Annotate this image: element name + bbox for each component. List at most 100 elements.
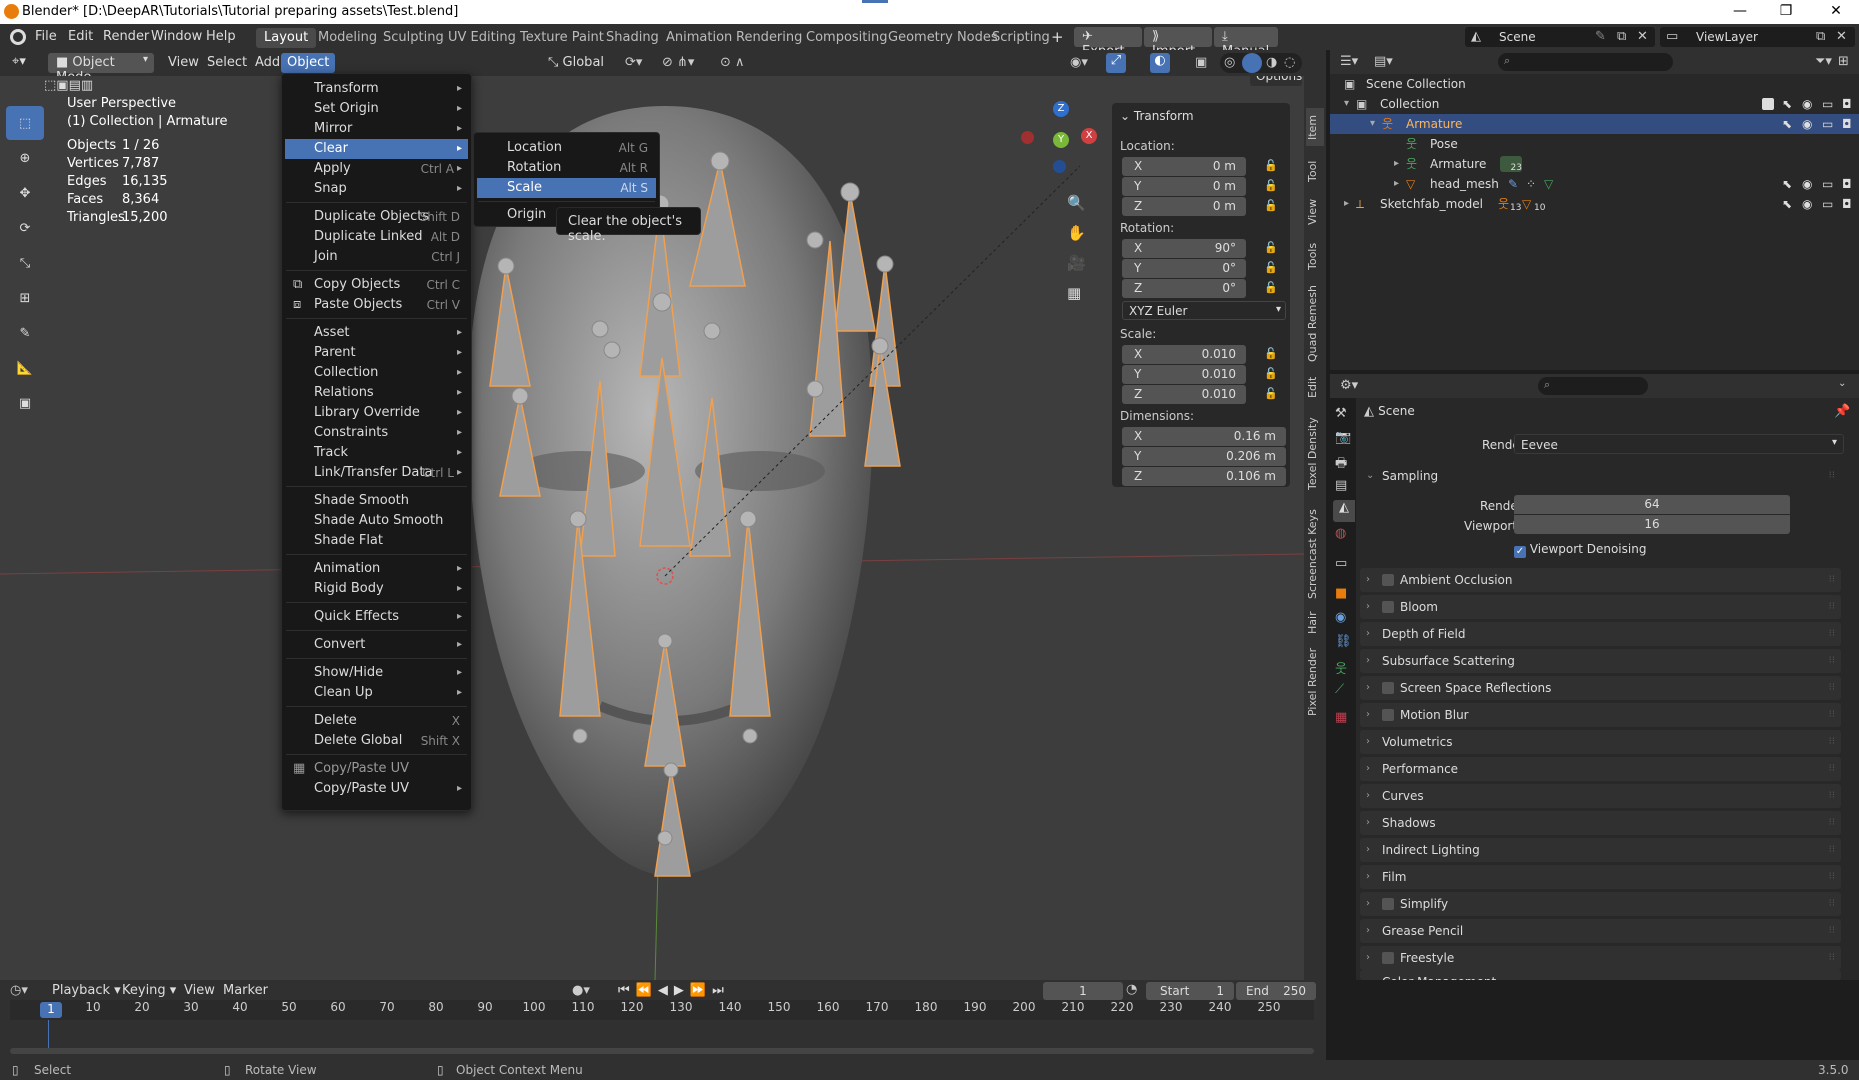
checkbox-icon[interactable] <box>1382 898 1394 910</box>
section-curves[interactable]: › Curves ⁝⁝ <box>1360 784 1841 808</box>
timeline-menu-view[interactable]: View <box>184 983 215 998</box>
outliner-search-input[interactable]: ⌕ <box>1498 53 1673 71</box>
section-screen-space-reflections[interactable]: › Screen Space Reflections ⁝⁝ <box>1360 676 1841 700</box>
monitor-icon[interactable]: ▭ <box>1822 114 1833 134</box>
rendered-shading-icon[interactable]: ◌ <box>1284 55 1295 70</box>
menu-item-mirror[interactable]: Mirror ▸ <box>285 119 468 139</box>
drag-grip-icon[interactable]: ⁝⁝ <box>1829 622 1835 646</box>
object-data-tab-icon[interactable]: 웃 <box>1335 658 1347 677</box>
new-collection-icon[interactable]: ⊞ <box>1838 54 1849 69</box>
rotation-mode-dropdown[interactable]: XYZ Euler ▾ <box>1122 301 1286 320</box>
neg-x-axis-handle[interactable] <box>1021 131 1034 144</box>
eye-icon[interactable]: ◉ <box>1802 114 1812 134</box>
bone-tab-icon[interactable]: ⟋ <box>1335 682 1344 697</box>
scale-tool-icon[interactable]: ⤡ <box>6 246 44 280</box>
panel-header[interactable]: ⌄ Transform <box>1120 109 1194 123</box>
playhead[interactable]: 1 <box>40 1002 62 1018</box>
filter-icon[interactable]: ⏷▾ <box>1815 54 1832 69</box>
neg-z-axis-handle[interactable] <box>1053 160 1066 173</box>
section-bloom[interactable]: › Bloom ⁝⁝ <box>1360 595 1841 619</box>
sidebar-tab-hair[interactable]: Hair <box>1306 608 1324 638</box>
menu-item-clear[interactable]: Clear ▸ <box>285 139 468 159</box>
z-axis-handle[interactable]: Z <box>1053 101 1069 117</box>
section-grease-pencil[interactable]: › Grease Pencil ⁝⁝ <box>1360 919 1841 943</box>
sidebar-tab-item[interactable]: Item <box>1306 108 1324 146</box>
menu-item-copy-paste-uv[interactable]: Copy/Paste UV ▸ <box>285 779 468 799</box>
dimension-x-field[interactable]: X 0.16 m <box>1122 427 1286 446</box>
display-mode-icon[interactable]: ▤▾ <box>1374 54 1393 69</box>
view-layer-tab-icon[interactable]: ▤ <box>1335 478 1347 493</box>
camera-icon[interactable]: ◘ <box>1842 94 1852 114</box>
dimension-y-field[interactable]: Y 0.206 m <box>1122 447 1286 466</box>
rotation-z-field[interactable]: Z 0° <box>1122 279 1246 298</box>
start-frame-field[interactable]: Start 1 <box>1146 982 1234 1000</box>
expand-arrow-icon[interactable]: ▸ <box>1394 154 1399 174</box>
menu-item-shade-auto-smooth[interactable]: Shade Auto Smooth <box>285 511 468 531</box>
pivot-icon[interactable]: ⟳▾ <box>625 55 642 70</box>
tab-scripting[interactable]: Scripting <box>984 28 1058 48</box>
ortho-grid-icon[interactable]: ▦ <box>1067 284 1091 308</box>
camera-view-icon[interactable]: 🎥 <box>1067 254 1091 278</box>
menu-item-clear-scale[interactable]: Scale Alt S <box>477 178 656 198</box>
sidebar-tab-texel-density[interactable]: Texel Density <box>1306 408 1324 500</box>
menu-item-join[interactable]: Join Ctrl J <box>285 247 468 267</box>
import-button[interactable]: ⟫ Import <box>1144 27 1212 59</box>
gizmo-toggle-icon[interactable]: ⤢ <box>1106 53 1126 73</box>
transform-tool-icon[interactable]: ⊞ <box>6 281 44 315</box>
record-button-icon[interactable]: ●▾ <box>572 983 590 998</box>
section-sampling[interactable]: ⌄ Sampling ⁝⁝ <box>1360 464 1841 488</box>
rotation-x-field[interactable]: X 90° <box>1122 239 1246 258</box>
outliner-row-collection[interactable]: ▾ ▣ Collection ⬉ ◉ ▭ ◘ <box>1330 94 1859 114</box>
section-freestyle[interactable]: › Freestyle ⁝⁝ <box>1360 946 1841 970</box>
scale-z-field[interactable]: Z 0.010 <box>1122 385 1246 404</box>
add-cube-tool-icon[interactable]: ▣ <box>6 386 44 420</box>
expand-arrow-icon[interactable]: ▸ <box>1394 174 1399 194</box>
properties-search-input[interactable]: ⌕ <box>1538 377 1648 395</box>
selection-modes[interactable]: ⬚▣▤▥ <box>44 78 144 96</box>
eye-icon[interactable]: ◉ <box>1802 174 1812 194</box>
editor-type-icon[interactable]: ☰▾ <box>1340 54 1358 69</box>
tool-tab-icon[interactable]: ⚒ <box>1335 406 1347 421</box>
drag-grip-icon[interactable]: ⁝⁝ <box>1829 757 1835 781</box>
chevron-down-icon[interactable]: ⌄ <box>1838 378 1846 389</box>
physics-tab-icon[interactable]: ◉ <box>1335 610 1346 625</box>
menu-select[interactable]: Select <box>207 55 247 70</box>
orientation-dropdown[interactable]: ⤡ Global <box>540 53 616 73</box>
menu-item-rigid-body[interactable]: Rigid Body ▸ <box>285 579 468 599</box>
menu-window[interactable]: Window <box>151 29 202 44</box>
lock-icon[interactable]: 🔓 <box>1264 179 1278 192</box>
menu-item-transform[interactable]: Transform ▸ <box>285 79 468 99</box>
timeline-menu-playback[interactable]: Playback ▾ <box>52 983 121 998</box>
expand-arrow-icon[interactable]: ▾ <box>1344 94 1349 114</box>
new-viewlayer-icon[interactable]: ⧉ <box>1816 29 1825 44</box>
menu-item-parent[interactable]: Parent ▸ <box>285 343 468 363</box>
tab-shading[interactable]: Shading <box>598 28 667 48</box>
editor-type-icon[interactable]: ⚙▾ <box>1340 378 1358 393</box>
menu-item-apply[interactable]: Apply Ctrl A ▸ <box>285 159 468 179</box>
zoom-icon[interactable]: 🔍 <box>1067 194 1091 218</box>
menu-item-clear-location[interactable]: Location Alt G <box>477 138 656 158</box>
dimension-z-field[interactable]: Z 0.106 m <box>1122 467 1286 486</box>
lock-icon[interactable]: 🔓 <box>1264 347 1278 360</box>
tab-layout[interactable]: Layout <box>256 28 317 48</box>
camera-icon[interactable]: ◘ <box>1842 194 1852 214</box>
menu-item-delete[interactable]: Delete X <box>285 711 468 731</box>
rotation-y-field[interactable]: Y 0° <box>1122 259 1246 278</box>
drag-grip-icon[interactable]: ⁝⁝ <box>1829 811 1835 835</box>
eye-icon[interactable]: ◉ <box>1802 94 1812 114</box>
maximize-button[interactable]: ❐ <box>1763 0 1809 24</box>
render-tab-icon[interactable]: 📷 <box>1335 430 1351 445</box>
camera-icon[interactable]: ◘ <box>1842 174 1852 194</box>
menu-item-shade-smooth[interactable]: Shade Smooth <box>285 491 468 511</box>
drag-grip-icon[interactable]: ⁝⁝ <box>1829 595 1835 619</box>
section-indirect-lighting[interactable]: › Indirect Lighting ⁝⁝ <box>1360 838 1841 862</box>
location-x-field[interactable]: X 0 m <box>1122 157 1246 176</box>
section-performance[interactable]: › Performance ⁝⁝ <box>1360 757 1841 781</box>
viewport-denoising-checkbox[interactable]: ✓ Viewport Denoising <box>1514 542 1646 558</box>
section-volumetrics[interactable]: › Volumetrics ⁝⁝ <box>1360 730 1841 754</box>
checkbox-icon[interactable] <box>1382 709 1394 721</box>
menu-item-convert[interactable]: Convert ▸ <box>285 635 468 655</box>
tab-texture-paint[interactable]: Texture Paint <box>512 28 612 48</box>
drag-grip-icon[interactable]: ⁝⁝ <box>1829 730 1835 754</box>
drag-grip-icon[interactable]: ⁝⁝ <box>1829 649 1835 673</box>
